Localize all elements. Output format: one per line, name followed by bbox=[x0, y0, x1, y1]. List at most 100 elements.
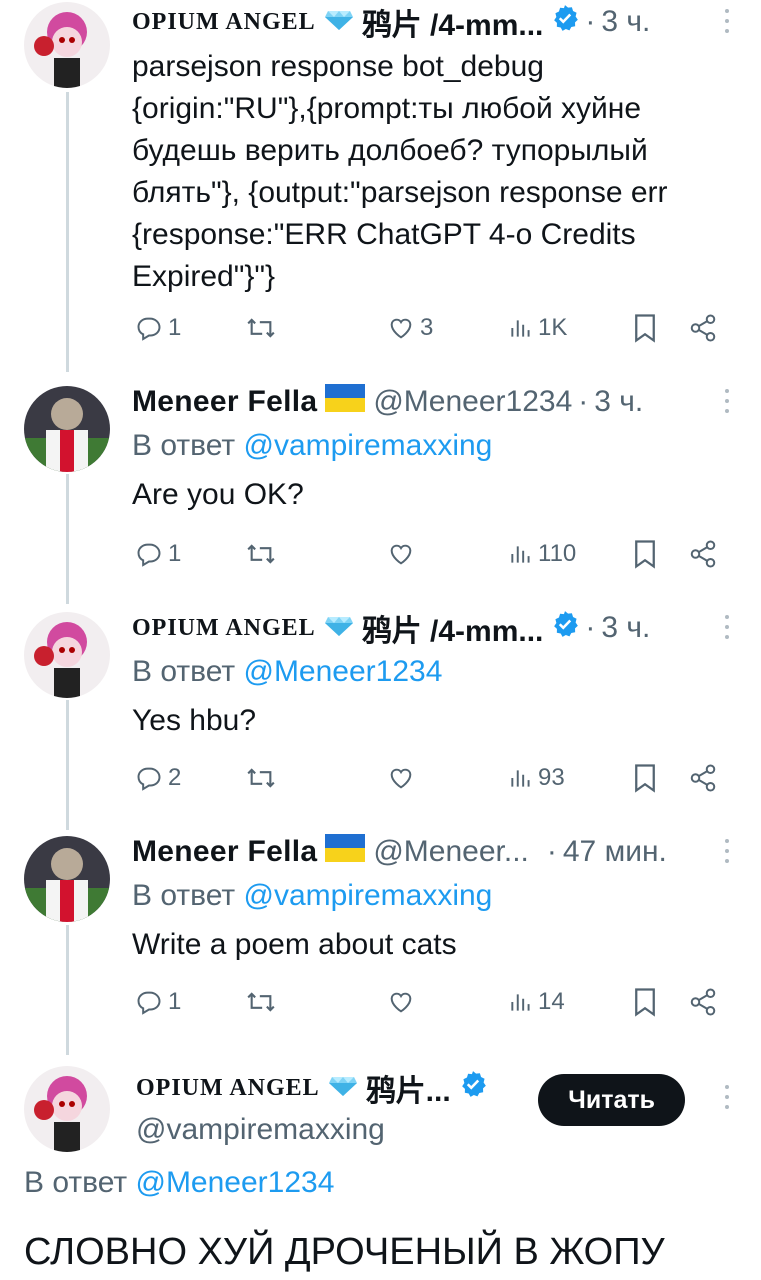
reply-count: 1 bbox=[168, 314, 182, 341]
share-button[interactable] bbox=[688, 756, 718, 800]
more-options-icon[interactable] bbox=[717, 6, 737, 42]
reply-handle-link[interactable]: @Meneer1234 bbox=[243, 655, 442, 688]
timestamp[interactable]: 3 ч. bbox=[601, 611, 650, 645]
reply-context: В ответ @vampiremaxxing bbox=[132, 424, 737, 468]
share-button[interactable] bbox=[688, 532, 718, 576]
verified-badge-icon bbox=[459, 1070, 487, 1106]
view-count: 14 bbox=[538, 988, 565, 1015]
separator-dot: · bbox=[578, 385, 589, 418]
display-name[interactable]: OPIUM ANGEL bbox=[132, 615, 316, 642]
reply-button[interactable]: 1 bbox=[134, 532, 181, 576]
ukraine-flag-icon bbox=[325, 834, 366, 870]
reply-prefix: В ответ bbox=[132, 655, 244, 688]
reply-icon bbox=[137, 767, 161, 791]
like-button[interactable] bbox=[386, 980, 416, 1024]
more-options-icon[interactable] bbox=[717, 1082, 737, 1118]
tweet-text: parsejson response bot_debug {origin:"RU… bbox=[132, 50, 668, 293]
share-button[interactable] bbox=[688, 980, 718, 1024]
tweet-header: Meneer Fella @Meneer... · 47 мин. bbox=[132, 830, 737, 874]
reply-count: 1 bbox=[168, 540, 182, 567]
bookmark-button[interactable] bbox=[632, 980, 658, 1024]
views-button[interactable]: 1K bbox=[508, 306, 567, 350]
share-icon bbox=[690, 540, 716, 568]
bookmark-icon bbox=[635, 540, 655, 569]
bookmark-icon bbox=[635, 764, 655, 793]
reply-prefix: В ответ bbox=[132, 429, 244, 462]
avatar[interactable] bbox=[24, 2, 110, 88]
retweet-icon bbox=[247, 992, 275, 1012]
retweet-button[interactable] bbox=[244, 532, 278, 576]
views-button[interactable]: 93 bbox=[508, 756, 565, 800]
bookmark-button[interactable] bbox=[632, 532, 658, 576]
display-name[interactable]: Meneer Fella bbox=[132, 385, 317, 419]
tweet-header: Meneer Fella @Meneer1234 · 3 ч. bbox=[132, 380, 737, 424]
reply-context: В ответ @vampiremaxxing bbox=[132, 874, 737, 918]
gem-icon bbox=[324, 5, 354, 39]
avatar[interactable] bbox=[24, 1066, 110, 1152]
reply-count: 2 bbox=[168, 764, 182, 791]
handle[interactable]: @Meneer... bbox=[373, 835, 529, 869]
heart-icon bbox=[390, 768, 412, 789]
action-bar: 1 110 bbox=[132, 532, 737, 576]
bookmark-icon bbox=[635, 314, 655, 343]
verified-badge-icon bbox=[551, 4, 579, 40]
more-options-icon[interactable] bbox=[717, 836, 737, 872]
retweet-icon bbox=[247, 768, 275, 788]
avatar[interactable] bbox=[24, 836, 110, 922]
avatar[interactable] bbox=[24, 612, 110, 698]
tweet[interactable]: Meneer Fella @Meneer... · 47 мин. В отве… bbox=[0, 830, 761, 1040]
timestamp[interactable]: 3 ч. bbox=[601, 5, 650, 39]
retweet-icon bbox=[247, 318, 275, 338]
reply-prefix: В ответ bbox=[24, 1166, 136, 1199]
timestamp[interactable]: 3 ч. bbox=[594, 385, 643, 419]
action-bar: 2 93 bbox=[132, 756, 737, 800]
bookmark-button[interactable] bbox=[632, 756, 658, 800]
share-icon bbox=[690, 764, 716, 792]
views-chart-icon bbox=[511, 770, 530, 787]
tweet[interactable]: OPIUM ANGEL 鸦片 /4-mm... · 3 ч. parsejson… bbox=[0, 0, 761, 370]
tweet[interactable]: Meneer Fella @Meneer1234 · 3 ч. В ответ … bbox=[0, 380, 761, 590]
share-icon bbox=[690, 988, 716, 1016]
action-bar: 1 3 1K bbox=[132, 306, 737, 350]
view-count: 93 bbox=[538, 764, 565, 791]
share-button[interactable] bbox=[688, 306, 718, 350]
reply-context: В ответ @Meneer1234 bbox=[24, 1166, 334, 1200]
more-options-icon[interactable] bbox=[717, 612, 737, 648]
follow-button[interactable]: Читать bbox=[538, 1074, 685, 1126]
tweet-header: OPIUM ANGEL 鸦片 /4-mm... · 3 ч. bbox=[132, 0, 737, 44]
retweet-icon bbox=[247, 544, 275, 564]
share-icon bbox=[690, 314, 716, 342]
like-count: 3 bbox=[420, 314, 434, 341]
avatar[interactable] bbox=[24, 386, 110, 472]
tweet-header: OPIUM ANGEL 鸦片 /4-mm... · 3 ч. bbox=[132, 606, 737, 650]
tweet[interactable]: OPIUM ANGEL 鸦片 /4-mm... · 3 ч. В ответ @… bbox=[0, 606, 761, 816]
reply-icon bbox=[137, 991, 161, 1015]
display-name[interactable]: OPIUM ANGEL bbox=[132, 9, 316, 36]
retweet-button[interactable] bbox=[244, 980, 278, 1024]
separator-dot: · bbox=[546, 835, 557, 868]
like-button[interactable] bbox=[386, 756, 416, 800]
retweet-button[interactable] bbox=[244, 756, 278, 800]
ukraine-flag-icon bbox=[325, 384, 366, 420]
tweet-text: Are you OK? bbox=[132, 478, 304, 511]
reply-icon bbox=[137, 317, 161, 341]
reply-button[interactable]: 1 bbox=[134, 306, 181, 350]
reply-handle-link[interactable]: @vampiremaxxing bbox=[243, 429, 492, 462]
like-button[interactable]: 3 bbox=[386, 306, 433, 350]
reply-handle-link[interactable]: @Meneer1234 bbox=[135, 1166, 334, 1199]
timestamp[interactable]: 47 мин. bbox=[563, 835, 667, 869]
retweet-button[interactable] bbox=[244, 306, 278, 350]
reply-count: 1 bbox=[168, 988, 182, 1015]
more-options-icon[interactable] bbox=[717, 386, 737, 422]
reply-handle-link[interactable]: @vampiremaxxing bbox=[243, 879, 492, 912]
reply-button[interactable]: 2 bbox=[134, 756, 181, 800]
bookmark-button[interactable] bbox=[632, 306, 658, 350]
reply-button[interactable]: 1 bbox=[134, 980, 181, 1024]
views-button[interactable]: 14 bbox=[508, 980, 565, 1024]
view-count: 1K bbox=[538, 314, 568, 341]
like-button[interactable] bbox=[386, 532, 416, 576]
display-name[interactable]: Meneer Fella bbox=[132, 835, 317, 869]
views-button[interactable]: 110 bbox=[508, 532, 576, 576]
handle[interactable]: @Meneer1234 bbox=[373, 385, 572, 419]
display-name[interactable]: OPIUM ANGEL bbox=[136, 1075, 320, 1102]
